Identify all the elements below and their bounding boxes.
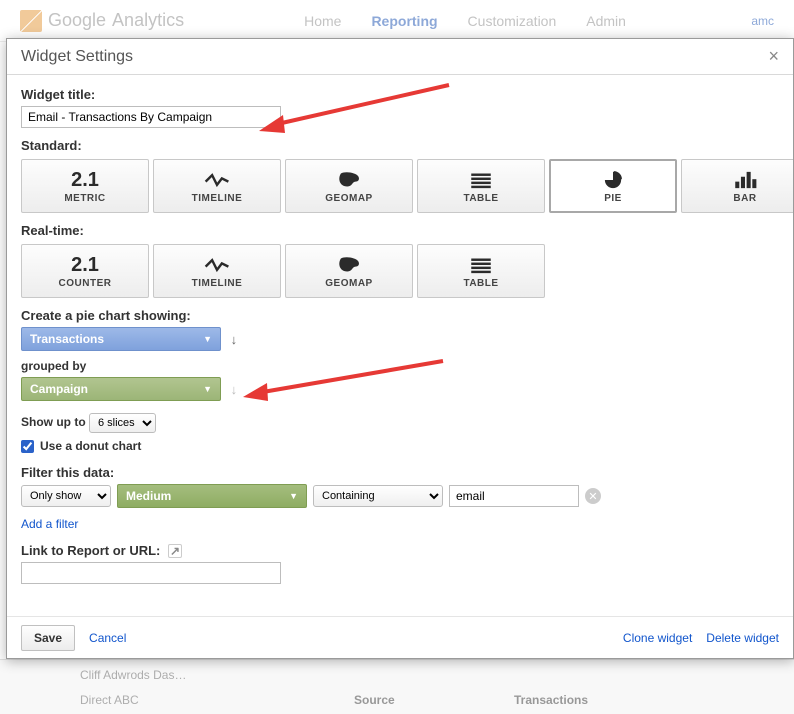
tile-table[interactable]: TABLE: [417, 159, 545, 213]
standard-label: Standard:: [21, 138, 779, 153]
tile-timeline[interactable]: TIMELINE: [153, 159, 281, 213]
sort-arrow-icon[interactable]: ↓: [231, 332, 238, 347]
tile-label: TIMELINE: [192, 193, 243, 204]
show-up-to-row: Show up to 6 slices: [21, 413, 779, 433]
remove-filter-icon[interactable]: ✕: [585, 488, 601, 504]
counter-icon: 2.1: [71, 254, 99, 276]
user-label: amc: [751, 14, 774, 28]
tile-label: GEOMAP: [325, 278, 372, 289]
slices-select[interactable]: 6 slices: [89, 413, 156, 433]
ga-logo-icon: [20, 10, 42, 32]
bg-col-source: Source: [354, 693, 514, 707]
tile-label: TABLE: [463, 193, 498, 204]
tile-geomap[interactable]: GEOMAP: [285, 159, 413, 213]
filter-match-select[interactable]: Containing: [313, 485, 443, 507]
dimension-value: Campaign: [30, 382, 88, 396]
nav-admin[interactable]: Admin: [586, 13, 626, 29]
pie-metric-label: Create a pie chart showing:: [21, 308, 779, 323]
brand-text-1: Google: [48, 10, 106, 31]
brand-text-2: Analytics: [112, 10, 184, 31]
tile-label: METRIC: [64, 193, 105, 204]
top-nav: Home Reporting Customization Admin: [304, 13, 626, 29]
clone-widget-link[interactable]: Clone widget: [623, 631, 692, 645]
filter-dimension-dropdown[interactable]: Medium ▼: [117, 484, 307, 508]
tile-label: TIMELINE: [192, 278, 243, 289]
table-icon: [468, 169, 494, 191]
table-icon: [468, 254, 494, 276]
grouped-by-label: grouped by: [21, 359, 779, 373]
donut-checkbox[interactable]: [21, 440, 34, 453]
tile-label: GEOMAP: [325, 193, 372, 204]
donut-label: Use a donut chart: [40, 439, 141, 453]
geomap-icon: [336, 169, 362, 191]
bg-row-1: Cliff Adwrods Das…: [80, 668, 714, 682]
sort-arrow-icon[interactable]: ↓: [231, 382, 238, 397]
dimension-dropdown[interactable]: Campaign ▼: [21, 377, 221, 401]
widget-title-input[interactable]: [21, 106, 281, 128]
show-up-to-label: Show up to: [21, 415, 86, 429]
tile-geomap[interactable]: GEOMAP: [285, 244, 413, 298]
close-icon[interactable]: ×: [768, 46, 779, 67]
bg-col-transactions: Transactions: [514, 693, 714, 707]
link-report-label: Link to Report or URL: ↗: [21, 543, 779, 558]
tile-timeline[interactable]: TIMELINE: [153, 244, 281, 298]
modal-footer: Save Cancel Clone widget Delete widget: [7, 616, 793, 658]
modal-header: Widget Settings ×: [7, 39, 793, 75]
pie-icon: [600, 169, 626, 191]
backdrop-footer: Cliff Adwrods Das… Direct ABC Source Tra…: [0, 659, 794, 714]
filter-label: Filter this data:: [21, 465, 779, 480]
cancel-link[interactable]: Cancel: [89, 631, 126, 645]
filter-mode-select[interactable]: Only show: [21, 485, 111, 507]
tile-counter[interactable]: 2.1 COUNTER: [21, 244, 149, 298]
nav-reporting[interactable]: Reporting: [371, 13, 437, 29]
metric-icon: 2.1: [71, 169, 99, 191]
realtime-tile-row: 2.1 COUNTER TIMELINE GEOMAP TABLE: [21, 244, 779, 298]
chevron-down-icon: ▼: [195, 334, 212, 344]
nav-home[interactable]: Home: [304, 13, 341, 29]
widget-settings-modal: Widget Settings × Widget title: Standard…: [6, 38, 794, 659]
bg-row-2: Direct ABC: [80, 693, 280, 707]
modal-title: Widget Settings: [21, 48, 133, 66]
metric-dropdown[interactable]: Transactions ▼: [21, 327, 221, 351]
metric-value: Transactions: [30, 332, 104, 346]
tile-label: PIE: [604, 193, 622, 204]
tile-label: COUNTER: [59, 278, 112, 289]
timeline-icon: [204, 254, 230, 276]
link-report-input[interactable]: [21, 562, 281, 584]
tile-bar[interactable]: BAR: [681, 159, 793, 213]
tile-metric[interactable]: 2.1 METRIC: [21, 159, 149, 213]
filter-dimension-value: Medium: [126, 489, 171, 503]
tile-label: BAR: [733, 193, 756, 204]
chevron-down-icon: ▼: [195, 384, 212, 394]
chevron-down-icon: ▼: [281, 491, 298, 501]
delete-widget-link[interactable]: Delete widget: [706, 631, 779, 645]
realtime-label: Real-time:: [21, 223, 779, 238]
timeline-icon: [204, 169, 230, 191]
widget-title-label: Widget title:: [21, 87, 779, 102]
popout-icon[interactable]: ↗: [168, 544, 182, 558]
nav-customization[interactable]: Customization: [468, 13, 557, 29]
geomap-icon: [336, 254, 362, 276]
add-filter-link[interactable]: Add a filter: [21, 517, 78, 531]
save-button[interactable]: Save: [21, 625, 75, 651]
tile-pie[interactable]: PIE: [549, 159, 677, 213]
tile-label: TABLE: [463, 278, 498, 289]
tile-table[interactable]: TABLE: [417, 244, 545, 298]
standard-tile-row: 2.1 METRIC TIMELINE GEOMAP TABLE PIE BAR: [21, 159, 779, 213]
filter-value-input[interactable]: [449, 485, 579, 507]
bar-icon: [732, 169, 758, 191]
filter-row: Only show Medium ▼ Containing ✕: [21, 484, 779, 508]
modal-body: Widget title: Standard: 2.1 METRIC TIMELIN…: [7, 75, 793, 616]
ga-logo: Google Analytics: [20, 10, 184, 32]
backdrop-header: Google Analytics Home Reporting Customiz…: [0, 0, 794, 42]
